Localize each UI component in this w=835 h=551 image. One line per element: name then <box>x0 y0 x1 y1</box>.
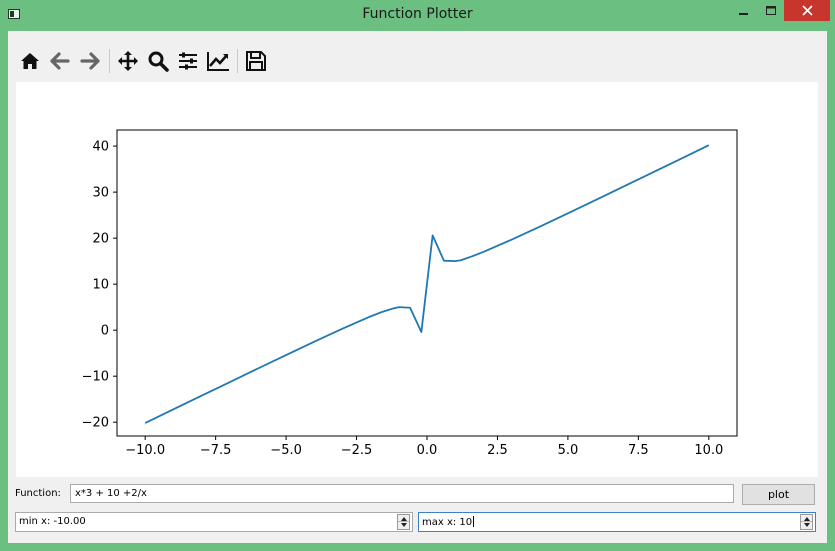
series-line <box>144 144 710 424</box>
minimize-icon <box>738 12 748 15</box>
edit-axis-icon <box>207 52 229 71</box>
plot-button[interactable]: plot <box>742 484 815 505</box>
forward-icon <box>80 52 100 70</box>
main-panel: −10.0 −7.5 −5.0 −2.5 0.0 2.5 5.0 7.5 10.0 −20 −10 0… <box>8 31 827 543</box>
x-tick-label: 10.0 <box>694 443 723 458</box>
min-x-stepper[interactable] <box>397 514 410 530</box>
min-x-value: min x: -10.00 <box>19 516 86 527</box>
save-icon <box>246 51 266 71</box>
max-x-stepper[interactable] <box>800 514 813 530</box>
subplots-icon <box>179 52 197 70</box>
minimize-button[interactable] <box>730 0 757 21</box>
plot-canvas[interactable]: −10.0 −7.5 −5.0 −2.5 0.0 2.5 5.0 7.5 10.0 −20 −10 0… <box>16 82 818 477</box>
max-x-spinbox[interactable]: max x: 10 <box>418 512 816 532</box>
close-button[interactable] <box>784 0 830 21</box>
y-tick-label: −10 <box>82 370 109 385</box>
x-tick-label: 0.0 <box>417 443 438 458</box>
function-input[interactable]: x*3 + 10 +2/x <box>70 484 734 503</box>
title-bar[interactable]: Function Plotter <box>0 0 835 30</box>
navigation-toolbar <box>16 46 272 76</box>
window-title: Function Plotter <box>362 6 473 22</box>
x-tick-label: −10.0 <box>125 443 165 458</box>
max-x-value: max x: 10 <box>422 517 473 528</box>
back-button[interactable] <box>46 47 74 75</box>
subplots-button[interactable] <box>174 47 202 75</box>
y-tick-label: 10 <box>92 278 109 293</box>
x-tick-label: 2.5 <box>487 443 508 458</box>
y-tick-label: 30 <box>92 186 109 201</box>
y-tick-label: 0 <box>101 324 109 339</box>
close-icon <box>801 5 813 16</box>
y-tick-label: 20 <box>92 232 109 247</box>
maximize-icon <box>765 5 776 15</box>
save-button[interactable] <box>242 47 270 75</box>
min-x-spinbox[interactable]: min x: -10.00 <box>15 512 413 532</box>
x-tick-label: 7.5 <box>628 443 649 458</box>
toolbar-separator <box>109 49 110 73</box>
pan-button[interactable] <box>114 47 142 75</box>
max-x-field: max x: 10 <box>422 516 475 528</box>
x-tick-label: −2.5 <box>341 443 373 458</box>
back-icon <box>50 52 70 70</box>
home-icon <box>21 53 39 69</box>
edit-axis-button[interactable] <box>204 47 232 75</box>
app-window: Function Plotter −10.0 −7.5 −5.0 −2.5 0.… <box>0 0 835 551</box>
text-caret <box>473 516 475 527</box>
line-chart: −10.0 −7.5 −5.0 −2.5 0.0 2.5 5.0 7.5 10.0 −20 −10 0… <box>82 129 738 458</box>
x-tick-label: 5.0 <box>558 443 579 458</box>
y-tick-label: 40 <box>92 140 109 155</box>
forward-button[interactable] <box>76 47 104 75</box>
y-tick-label: −20 <box>82 416 109 431</box>
toolbar-separator <box>237 49 238 73</box>
function-label: Function: <box>15 488 61 499</box>
x-tick-label: −5.0 <box>270 443 302 458</box>
home-button[interactable] <box>16 47 44 75</box>
zoom-icon <box>148 51 169 72</box>
x-tick-label: −7.5 <box>200 443 232 458</box>
down-arrow-icon[interactable] <box>804 523 810 527</box>
zoom-button[interactable] <box>144 47 172 75</box>
down-arrow-icon[interactable] <box>401 523 407 527</box>
pan-icon <box>118 51 138 71</box>
maximize-button[interactable] <box>757 0 784 21</box>
